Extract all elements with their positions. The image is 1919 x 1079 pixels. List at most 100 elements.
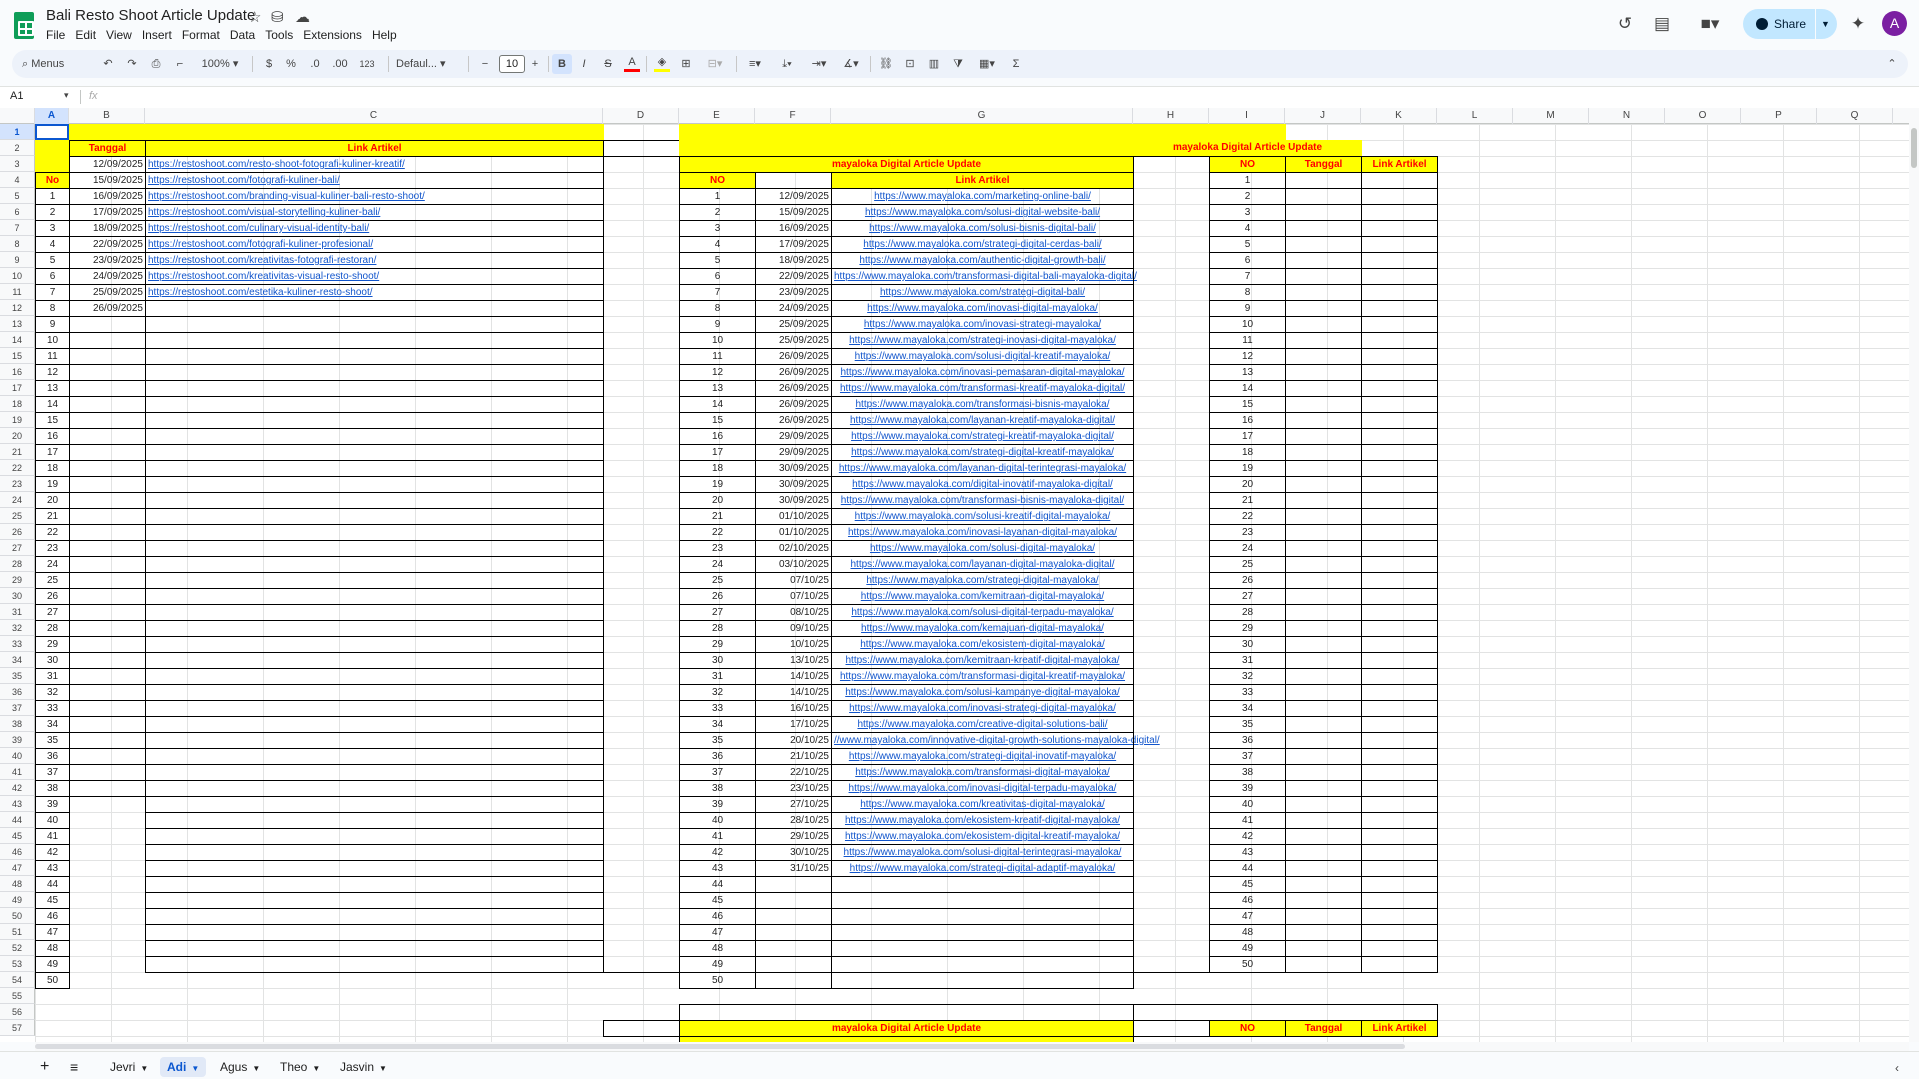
middle-link-cell[interactable]: https://www.mayaloka.com/solusi-kampanye… xyxy=(831,684,1134,701)
middle-link-cell[interactable]: https://www.mayaloka.com/transformasi-di… xyxy=(831,268,1137,285)
row-header-13[interactable]: 13 xyxy=(0,316,35,332)
left-no-cell[interactable]: 33 xyxy=(35,700,70,717)
column-h-box[interactable] xyxy=(1133,156,1210,973)
right-no-cell[interactable]: 5 xyxy=(1209,236,1286,253)
right-date-cell[interactable] xyxy=(1285,508,1362,525)
left-date-cell[interactable] xyxy=(69,508,146,525)
middle-no-cell[interactable]: 31 xyxy=(679,668,756,685)
left-date-cell[interactable] xyxy=(69,748,146,765)
right-no-cell[interactable]: 14 xyxy=(1209,380,1286,397)
left-no-cell[interactable]: 1 xyxy=(35,188,70,205)
right-date-cell[interactable] xyxy=(1285,268,1362,285)
right-no-cell[interactable]: 50 xyxy=(1209,956,1286,973)
row-header-19[interactable]: 19 xyxy=(0,412,35,428)
left-link-cell[interactable]: https://restoshoot.com/branding-visual-k… xyxy=(145,188,604,205)
left-no-cell[interactable]: 49 xyxy=(35,956,70,973)
left-link-cell[interactable] xyxy=(145,812,604,829)
middle-link-cell[interactable]: https://www.mayaloka.com/strategi-inovas… xyxy=(831,332,1134,349)
middle-date-cell[interactable]: 03/10/2025 xyxy=(755,556,832,573)
middle-date-cell[interactable]: 30/09/2025 xyxy=(755,476,832,493)
middle-date-cell[interactable]: 24/09/2025 xyxy=(755,300,832,317)
right-link-cell[interactable] xyxy=(1361,652,1438,669)
middle-date-cell[interactable]: 26/09/2025 xyxy=(755,348,832,365)
left-no-cell[interactable]: 6 xyxy=(35,268,70,285)
middle-link-cell[interactable]: https://www.mayaloka.com/inovasi-digital… xyxy=(831,300,1134,317)
row-header-4[interactable]: 4 xyxy=(0,172,35,188)
left-no-cell[interactable]: 48 xyxy=(35,940,70,957)
left-no-cell[interactable]: 12 xyxy=(35,364,70,381)
left-no-cell[interactable]: 3 xyxy=(35,220,70,237)
middle-no-cell[interactable]: 4 xyxy=(679,236,756,253)
right-no-cell[interactable]: 2 xyxy=(1209,188,1286,205)
row-header-28[interactable]: 28 xyxy=(0,556,35,572)
right-date-cell[interactable] xyxy=(1285,684,1362,701)
row-header-57[interactable]: 57 xyxy=(0,1020,35,1036)
middle-date-cell[interactable]: 29/09/2025 xyxy=(755,444,832,461)
row-header-18[interactable]: 18 xyxy=(0,396,35,412)
middle-no-cell[interactable]: 29 xyxy=(679,636,756,653)
right-no-cell[interactable]: 12 xyxy=(1209,348,1286,365)
middle-header-link[interactable]: Link Artikel xyxy=(831,172,1134,189)
left-header-link[interactable]: Link Artikel xyxy=(145,140,604,157)
left-date-cell[interactable] xyxy=(69,652,146,669)
right-date-cell[interactable] xyxy=(1285,716,1362,733)
middle-date-cell[interactable]: 30/10/25 xyxy=(755,844,832,861)
menu-item-data[interactable]: Data xyxy=(230,28,255,42)
right-link-cell[interactable] xyxy=(1361,780,1438,797)
middle-no-cell[interactable]: 20 xyxy=(679,492,756,509)
cloud-status-icon[interactable]: ☁ xyxy=(295,10,310,26)
right-link-cell[interactable] xyxy=(1361,444,1438,461)
middle-no-cell[interactable]: 26 xyxy=(679,588,756,605)
left-date-cell[interactable] xyxy=(69,556,146,573)
middle-link-cell[interactable]: https://www.mayaloka.com/kemitraan-digit… xyxy=(831,588,1134,605)
vertical-align-icon[interactable]: ⤓▾ xyxy=(774,54,800,74)
middle-link-cell[interactable]: https://www.mayaloka.com/inovasi-digital… xyxy=(831,780,1134,797)
middle-date-cell[interactable] xyxy=(755,924,832,941)
middle-no-cell[interactable]: 27 xyxy=(679,604,756,621)
row-header-10[interactable]: 10 xyxy=(0,268,35,284)
left-date-cell[interactable]: 24/09/2025 xyxy=(69,268,146,285)
undo-icon[interactable]: ↶ xyxy=(100,54,116,74)
left-header-no[interactable]: No xyxy=(35,172,70,189)
middle-date-cell[interactable]: 26/09/2025 xyxy=(755,412,832,429)
vertical-scrollbar[interactable] xyxy=(1909,108,1919,1042)
left-link-cell[interactable] xyxy=(145,892,604,909)
bottom-d-cell[interactable] xyxy=(603,1020,680,1037)
middle-link-cell[interactable] xyxy=(831,908,1134,925)
middle-no-cell[interactable]: 35 xyxy=(679,732,756,749)
redo-icon[interactable]: ↷ xyxy=(124,54,140,74)
font-select[interactable]: Defaul... ▾ xyxy=(396,54,460,74)
middle-no-cell[interactable]: 38 xyxy=(679,780,756,797)
left-link-cell[interactable] xyxy=(145,300,604,317)
right-date-cell[interactable] xyxy=(1285,636,1362,653)
chevron-down-icon[interactable]: ▼ xyxy=(312,1064,320,1073)
middle-link-cell[interactable]: https://www.mayaloka.com/transformasi-bi… xyxy=(831,396,1134,413)
row-header-48[interactable]: 48 xyxy=(0,876,35,892)
left-link-cell[interactable]: https://restoshoot.com/resto-shoot-fotog… xyxy=(145,156,604,173)
middle-no-cell[interactable]: 32 xyxy=(679,684,756,701)
right-date-cell[interactable] xyxy=(1285,252,1362,269)
middle-date-cell[interactable]: 31/10/25 xyxy=(755,860,832,877)
left-date-cell[interactable] xyxy=(69,428,146,445)
menu-item-insert[interactable]: Insert xyxy=(142,28,172,42)
left-link-cell[interactable] xyxy=(145,492,604,509)
left-link-cell[interactable] xyxy=(145,956,604,973)
gemini-icon[interactable]: ✦ xyxy=(1846,12,1870,36)
right-date-cell[interactable] xyxy=(1285,236,1362,253)
vertical-scroll-thumb[interactable] xyxy=(1911,128,1917,168)
right-link-cell[interactable] xyxy=(1361,300,1438,317)
left-date-cell[interactable] xyxy=(69,716,146,733)
left-date-cell[interactable] xyxy=(69,492,146,509)
left-header-tanggal[interactable]: Tanggal xyxy=(69,140,146,157)
right-link-cell[interactable] xyxy=(1361,764,1438,781)
row-header-6[interactable]: 6 xyxy=(0,204,35,220)
right-no-cell[interactable]: 48 xyxy=(1209,924,1286,941)
middle-no-cell[interactable]: 19 xyxy=(679,476,756,493)
right-no-cell[interactable]: 19 xyxy=(1209,460,1286,477)
middle-date-cell[interactable]: 29/10/25 xyxy=(755,828,832,845)
left-no-cell[interactable]: 17 xyxy=(35,444,70,461)
increase-decimal-button[interactable]: .00 xyxy=(330,54,350,74)
middle-no-cell[interactable]: 39 xyxy=(679,796,756,813)
row-header-21[interactable]: 21 xyxy=(0,444,35,460)
left-no-cell[interactable]: 47 xyxy=(35,924,70,941)
